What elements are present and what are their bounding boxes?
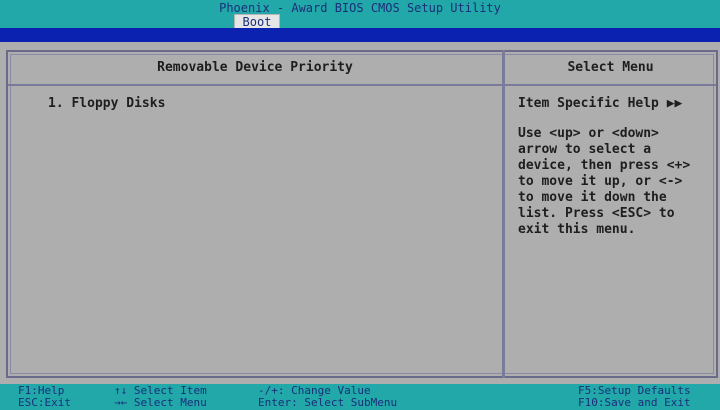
- removable-device-priority-header: Removable Device Priority: [157, 60, 353, 75]
- help-text: Use <up> or <down> arrow to select a dev…: [518, 126, 691, 237]
- status-bar: F1:Help ↑↓ Select Item -/+: Change Value…: [0, 384, 720, 410]
- menu-bar: [0, 28, 720, 42]
- app-title: Phoenix - Award BIOS CMOS Setup Utility: [219, 1, 501, 15]
- tab-boot[interactable]: Boot: [234, 14, 280, 29]
- left-header-separator: [8, 84, 502, 86]
- panel-divider: [502, 50, 505, 378]
- item-specific-help-title: Item Specific Help ▶▶: [518, 96, 683, 111]
- select-menu-header: Select Menu: [567, 60, 654, 75]
- title-bar: Phoenix - Award BIOS CMOS Setup Utility …: [0, 0, 720, 29]
- hint-select-menu: →← Select Menu: [114, 396, 207, 409]
- right-header-separator: [505, 84, 716, 86]
- hint-select-submenu: Enter: Select SubMenu: [258, 396, 398, 409]
- device-item-floppy-disks[interactable]: 1. Floppy Disks: [48, 96, 165, 111]
- hint-esc-exit: ESC:Exit: [18, 396, 71, 409]
- hint-save-and-exit: F10:Save and Exit: [578, 396, 691, 409]
